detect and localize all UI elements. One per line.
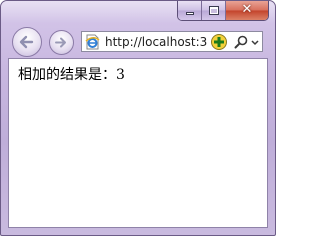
search-icon[interactable] [233, 34, 249, 50]
back-arrow-icon [19, 35, 34, 49]
back-button[interactable] [12, 27, 42, 57]
page-content: 相加的结果是：3 [8, 58, 268, 228]
compatibility-view-icon[interactable] [210, 33, 228, 51]
minimize-button[interactable] [178, 1, 202, 20]
minimize-icon [186, 12, 194, 15]
url-text[interactable]: http://localhost:3 [105, 33, 209, 51]
forward-arrow-icon [55, 37, 66, 48]
address-bar[interactable]: http://localhost:3 [81, 31, 263, 52]
chevron-down-icon[interactable] [250, 34, 260, 50]
browser-window: ✕ http://localhost:3 相加的结果是：3 [0, 0, 276, 236]
close-button[interactable]: ✕ [226, 1, 268, 20]
ie-page-icon [85, 34, 100, 50]
forward-button[interactable] [49, 30, 74, 55]
maximize-button[interactable] [202, 1, 226, 20]
maximize-icon [209, 6, 219, 15]
close-icon: ✕ [241, 2, 253, 17]
window-caption-buttons: ✕ [177, 1, 269, 21]
result-text: 相加的结果是：3 [18, 67, 125, 83]
